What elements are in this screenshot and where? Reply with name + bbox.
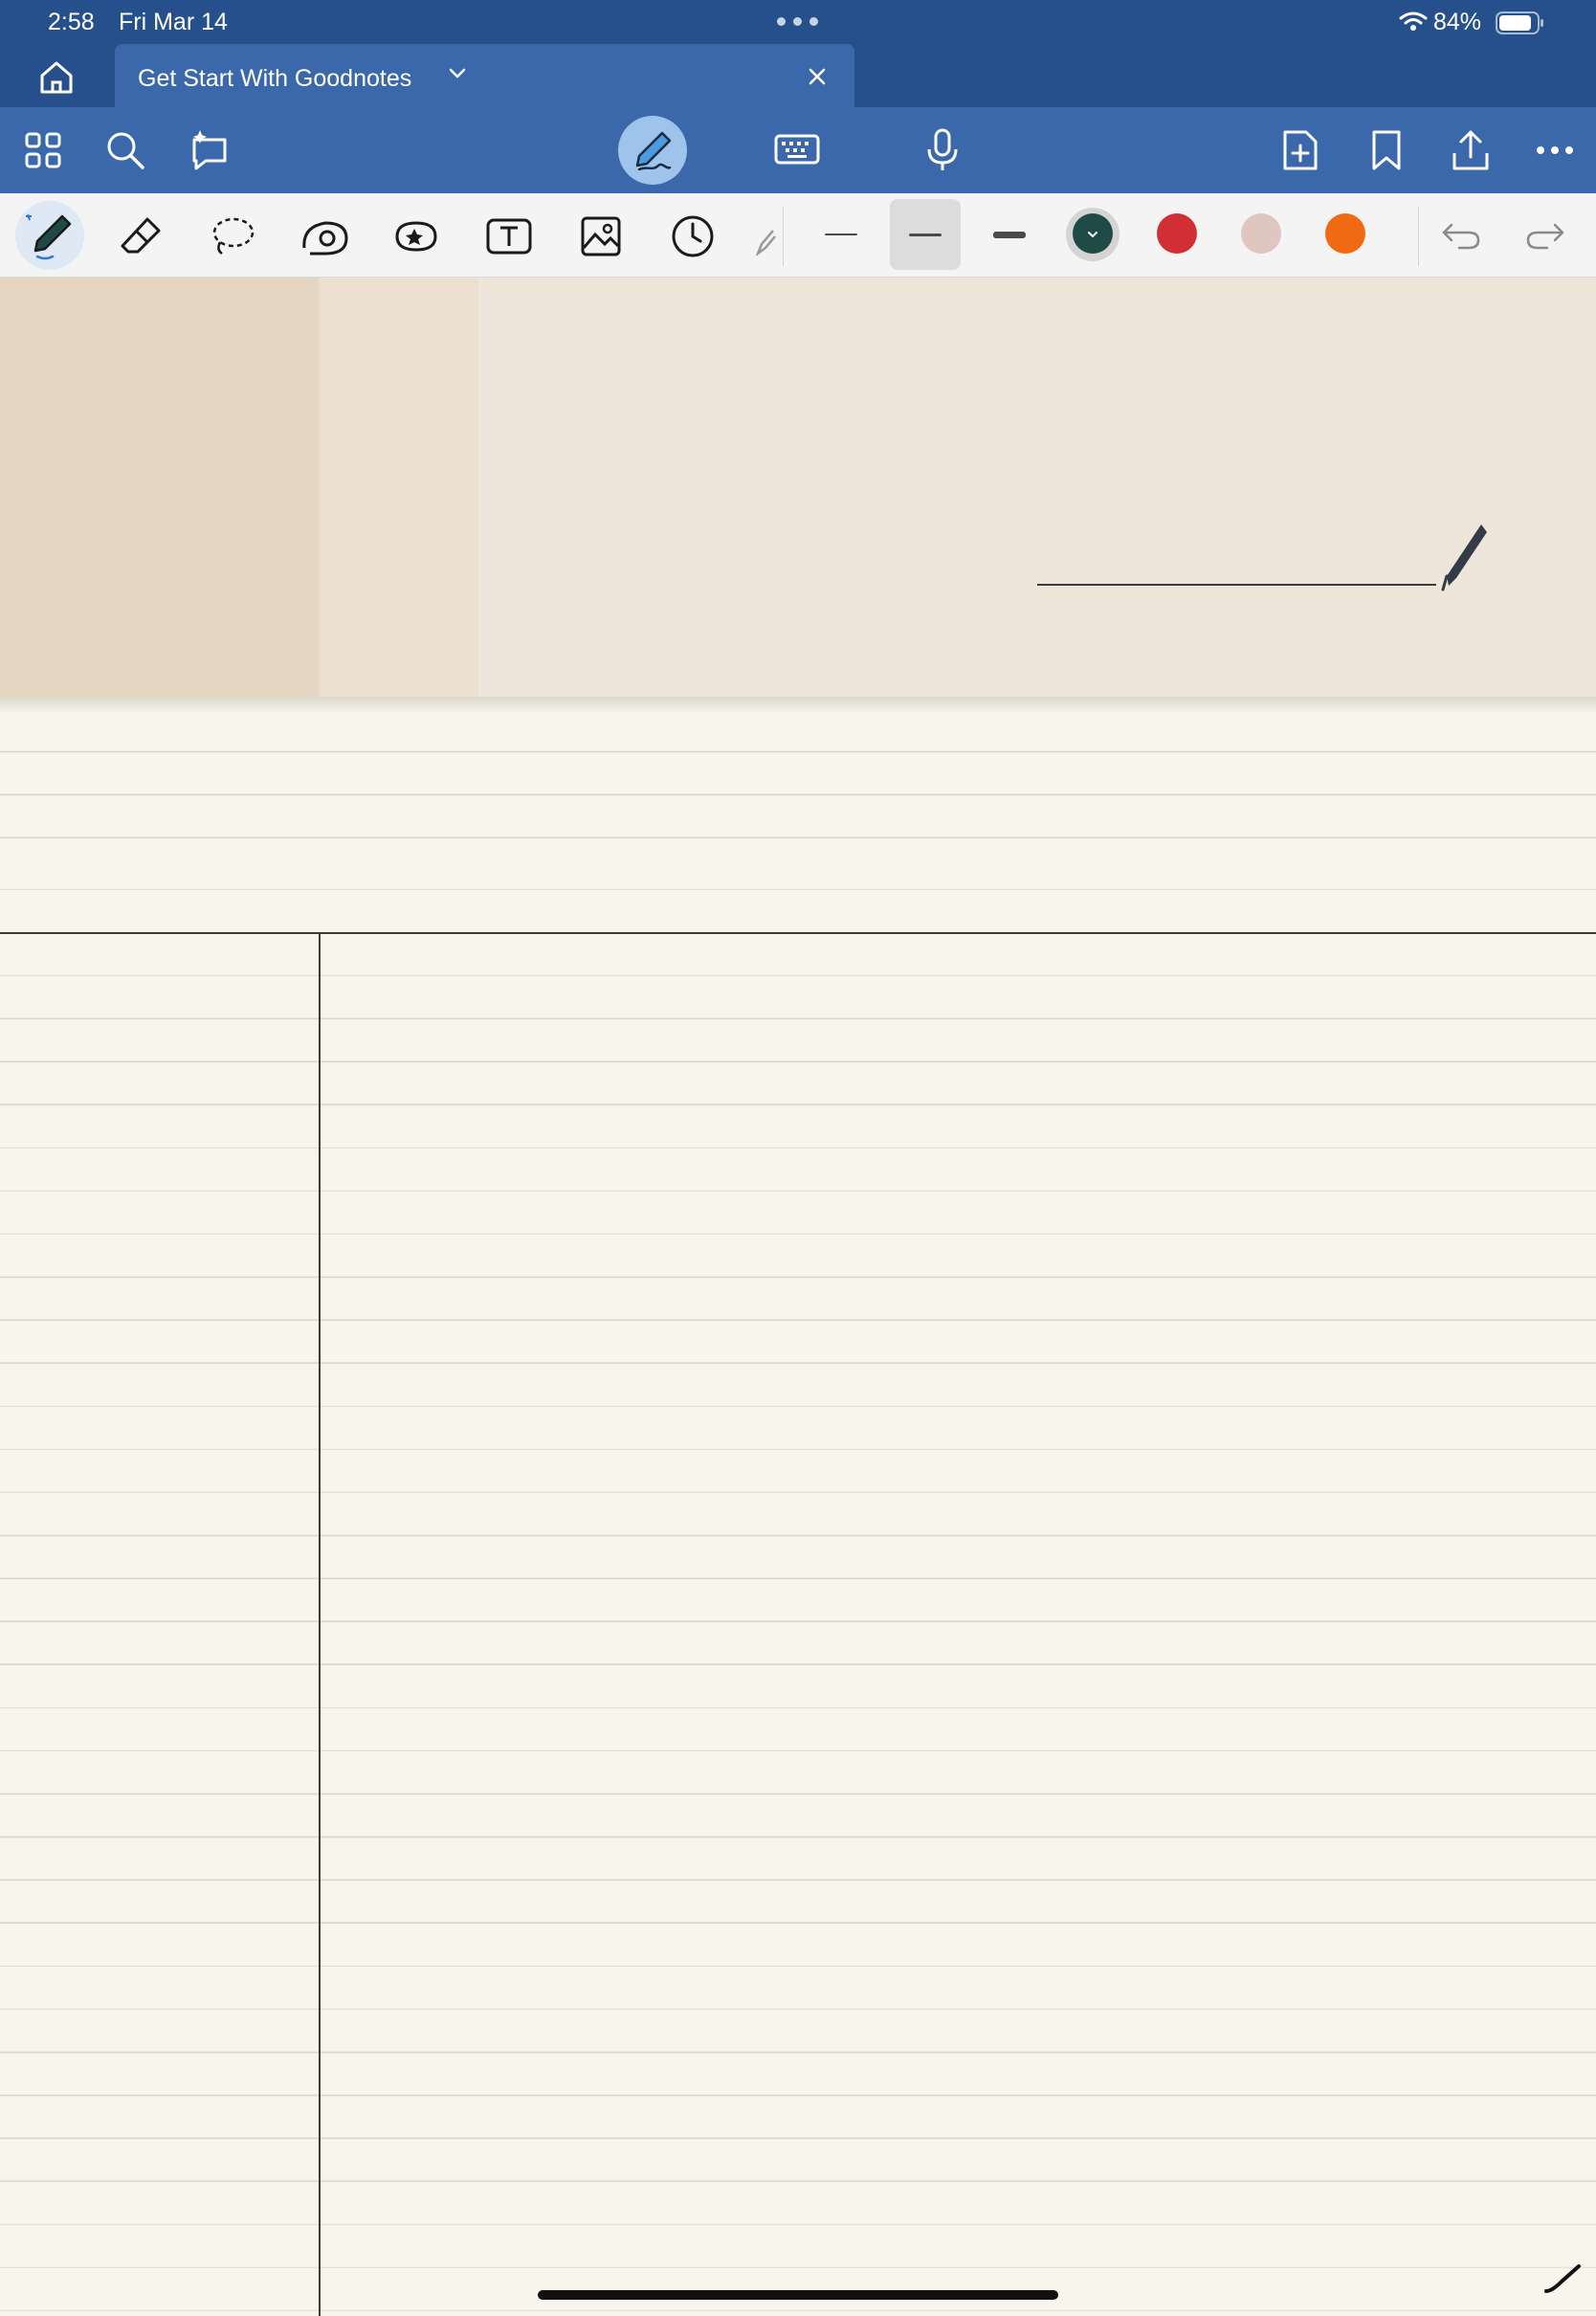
more-icon[interactable] (1531, 126, 1579, 174)
stroke-medium-button[interactable] (890, 199, 961, 270)
page-header[interactable] (0, 278, 1596, 697)
highlighter-tool[interactable] (746, 207, 785, 266)
status-date: Fri Mar 14 (119, 9, 228, 35)
redo-icon (1526, 223, 1564, 250)
color-swatch-green[interactable] (1073, 213, 1113, 254)
pen-icon (26, 213, 72, 260)
lasso-icon (212, 217, 255, 256)
sticker-icon (395, 221, 437, 252)
microphone-icon[interactable] (919, 126, 966, 174)
document-title[interactable]: Get Start With Goodnotes (138, 65, 411, 93)
chevron-down-icon[interactable] (448, 67, 467, 80)
pen-mode-icon (635, 131, 672, 171)
stroke-thick-button[interactable] (974, 199, 1045, 270)
undo-button[interactable] (1428, 207, 1495, 266)
clock-icon (672, 215, 714, 257)
page-divider-shadow (0, 697, 1596, 714)
text-tool[interactable] (476, 207, 543, 266)
pencil-stroke-icon (1544, 2264, 1581, 2293)
undo-icon (1442, 223, 1480, 250)
shapes-icon (302, 221, 348, 256)
grid-icon[interactable] (19, 126, 67, 174)
text-box-icon (486, 218, 532, 255)
color-swatch-red[interactable] (1157, 213, 1197, 254)
share-icon[interactable] (1447, 126, 1495, 174)
stroke-medium-icon (909, 233, 942, 236)
image-icon (581, 216, 621, 256)
image-tool[interactable] (567, 207, 634, 266)
close-icon[interactable] (806, 65, 829, 88)
tool-bar (0, 193, 1596, 278)
chevron-down-icon (1088, 232, 1097, 238)
wifi-icon (1399, 11, 1428, 31)
redo-button[interactable] (1512, 207, 1579, 266)
pen-mode-button[interactable] (618, 116, 687, 185)
title-rule (0, 932, 1596, 934)
ai-assist-icon[interactable] (186, 126, 233, 174)
stroke-thick-icon (993, 231, 1026, 238)
search-icon[interactable] (101, 126, 149, 174)
toolbar-divider (1418, 207, 1419, 266)
stroke-thin-button[interactable] (806, 199, 876, 270)
shapes-tool[interactable] (292, 207, 359, 266)
bookmark-icon[interactable] (1363, 126, 1410, 174)
highlighter-icon (755, 230, 776, 256)
home-icon[interactable] (36, 59, 77, 96)
color-swatch-pink[interactable] (1241, 213, 1281, 254)
status-bar: 2:58 Fri Mar 14 84% (0, 0, 1596, 44)
multitask-handle[interactable] (777, 17, 818, 26)
status-time: 2:58 (48, 9, 95, 35)
header-column-left (0, 278, 319, 697)
stickers-tool[interactable] (383, 207, 450, 266)
stroke-thin-icon (825, 234, 857, 235)
eraser-tool[interactable] (108, 207, 175, 266)
lasso-tool[interactable] (199, 207, 266, 266)
battery-percentage: 84% (1433, 9, 1482, 35)
margin-rule (319, 933, 321, 2316)
toolbar-divider (783, 207, 784, 266)
color-swatch-orange[interactable] (1325, 213, 1365, 254)
document-tab[interactable]: Get Start With Goodnotes (115, 44, 854, 107)
keyboard-icon[interactable] (773, 126, 821, 174)
pen-tool[interactable] (16, 207, 83, 266)
main-toolbar (0, 107, 1596, 193)
header-column-middle (319, 278, 478, 697)
battery-icon (1496, 11, 1543, 34)
home-indicator[interactable] (538, 2290, 1058, 2300)
signature-line (1037, 584, 1436, 586)
timer-tool[interactable] (659, 207, 726, 266)
pen-icon (1441, 524, 1487, 591)
tab-bar: Get Start With Goodnotes (0, 44, 1596, 107)
eraser-icon (121, 217, 161, 254)
ruled-writing-area[interactable] (0, 714, 1596, 2316)
add-page-icon[interactable] (1276, 126, 1324, 174)
